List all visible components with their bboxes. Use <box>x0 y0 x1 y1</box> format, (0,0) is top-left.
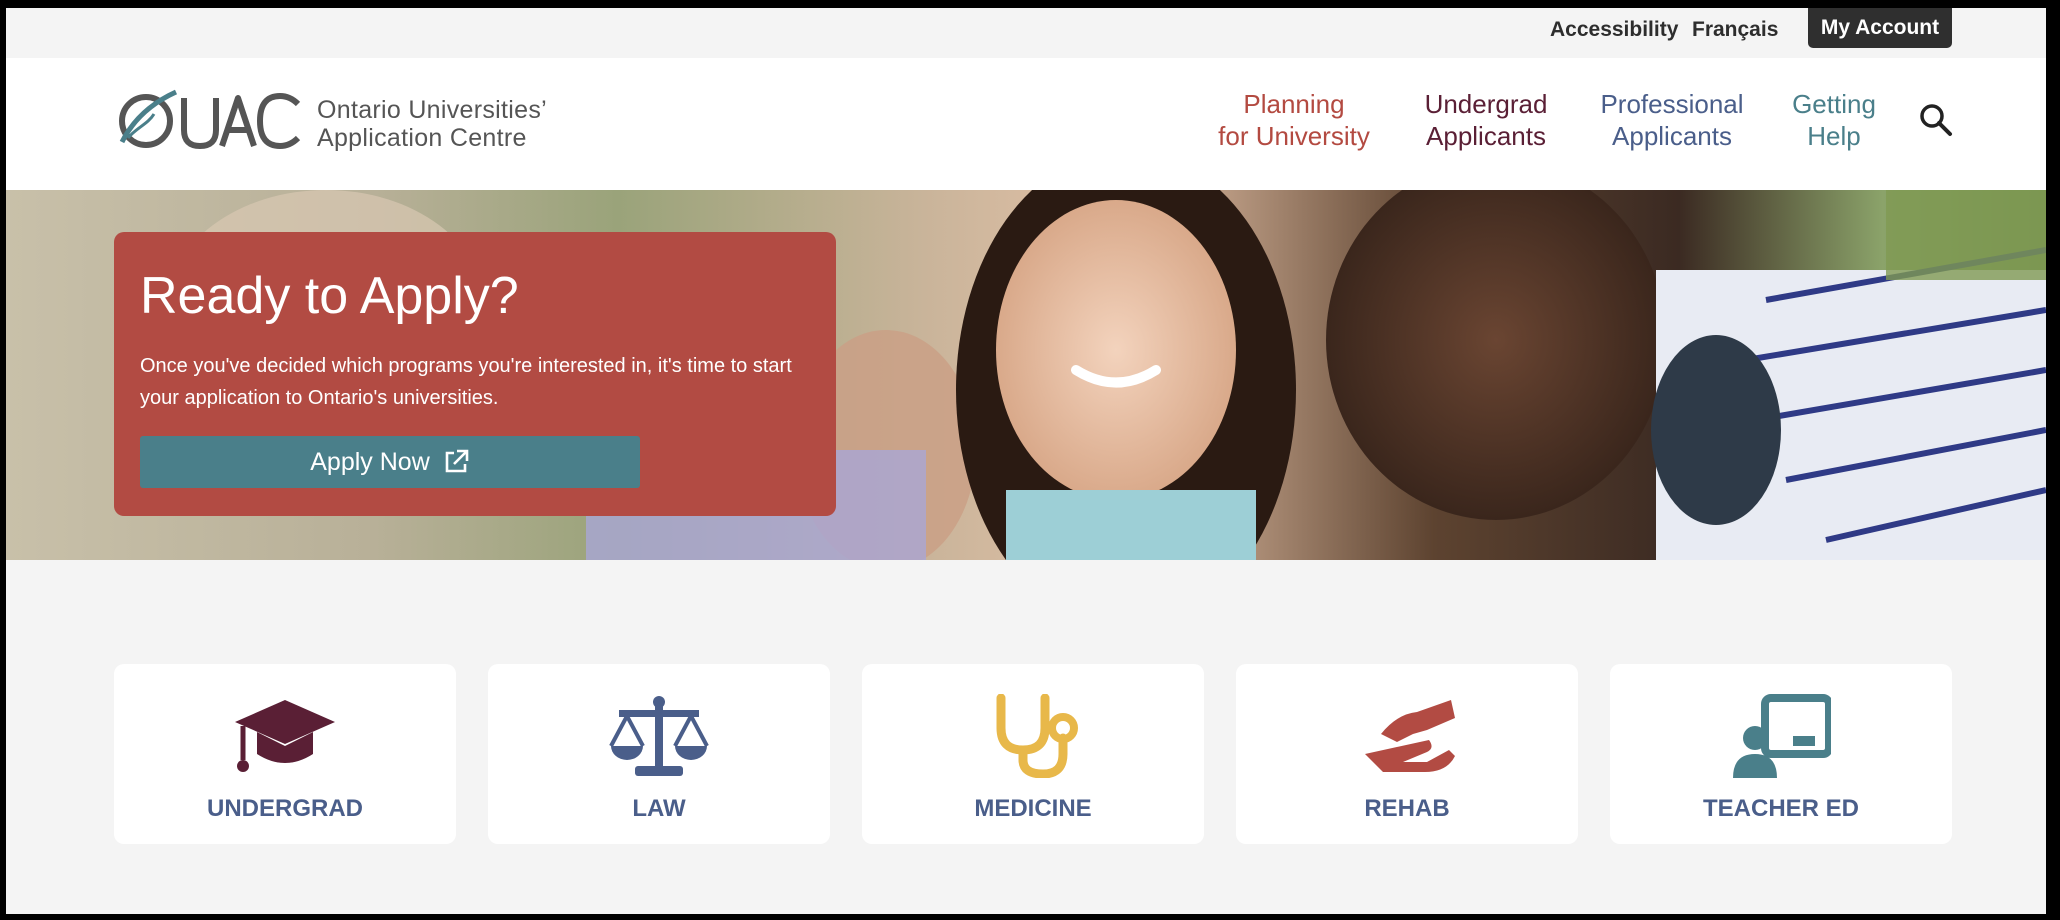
nav-label-line2: Applicants <box>1612 121 1732 151</box>
card-teacher-ed[interactable]: TEACHER ED <box>1610 664 1952 844</box>
helping-hand-icon <box>1365 700 1455 772</box>
hero-banner: Ready to Apply? Once you've decided whic… <box>6 190 2046 560</box>
hero-title: Ready to Apply? <box>140 267 519 325</box>
nav-label-line2: for University <box>1218 121 1370 151</box>
nav-label-line2: Help <box>1807 121 1861 151</box>
card-medicine[interactable]: MEDICINE <box>862 664 1204 844</box>
nav-label-line1: Planning <box>1243 89 1345 119</box>
card-label: MEDICINE <box>974 795 1092 822</box>
scales-icon <box>609 696 709 776</box>
utility-bar: Accessibility Français My Account <box>6 8 2046 58</box>
card-label: REHAB <box>1364 795 1450 822</box>
browser-viewport: Accessibility Français My Account Ontari… <box>6 8 2046 914</box>
nav-label-line2: Applicants <box>1426 121 1546 151</box>
hero-description: Once you've decided which programs you'r… <box>140 355 792 409</box>
nav-professional-applicants[interactable]: Professional Applicants <box>1586 88 1758 152</box>
external-link-icon <box>445 449 469 473</box>
card-label: UNDERGRAD <box>207 795 363 822</box>
search-icon <box>1920 104 1952 136</box>
stethoscope-icon <box>996 694 1078 778</box>
card-label: LAW <box>632 795 686 822</box>
accessibility-link[interactable]: Accessibility <box>1550 16 1678 44</box>
card-rehab[interactable]: REHAB <box>1236 664 1578 844</box>
graduation-cap-icon <box>235 700 335 772</box>
site-header: Ontario Universities’ Application Centre… <box>6 58 2046 190</box>
ouac-logo-mark <box>119 89 301 150</box>
ready-to-apply-card: Ready to Apply? Once you've decided whic… <box>114 232 836 516</box>
nav-planning-for-university[interactable]: Planning for University <box>1208 88 1380 152</box>
card-label: TEACHER ED <box>1702 795 1859 822</box>
nav-label-line1: Professional <box>1600 89 1744 119</box>
card-undergrad[interactable]: UNDERGRAD <box>114 664 456 844</box>
apply-now-button[interactable]: Apply Now <box>140 436 640 488</box>
nav-undergrad-applicants[interactable]: Undergrad Applicants <box>1416 88 1556 152</box>
program-cards: UNDERGRAD LAW MEDICINE REHAB TEACHER ED <box>114 664 1954 844</box>
nav-getting-help[interactable]: Getting Help <box>1784 88 1884 152</box>
ouac-logo[interactable]: Ontario Universities’ Application Centre <box>114 88 584 154</box>
apply-now-label: Apply Now <box>310 447 430 476</box>
francais-link[interactable]: Français <box>1692 16 1778 44</box>
nav-label-line1: Getting <box>1792 89 1876 119</box>
teacher-icon <box>1733 694 1831 778</box>
logo-text: Ontario Universities’ Application Centre <box>317 96 547 152</box>
logo-text-line2: Application Centre <box>317 124 527 152</box>
card-law[interactable]: LAW <box>488 664 830 844</box>
nav-label-line1: Undergrad <box>1424 89 1548 119</box>
my-account-button[interactable]: My Account <box>1808 8 1952 48</box>
search-button[interactable] <box>1914 98 1958 142</box>
logo-text-line1: Ontario Universities’ <box>317 96 547 124</box>
